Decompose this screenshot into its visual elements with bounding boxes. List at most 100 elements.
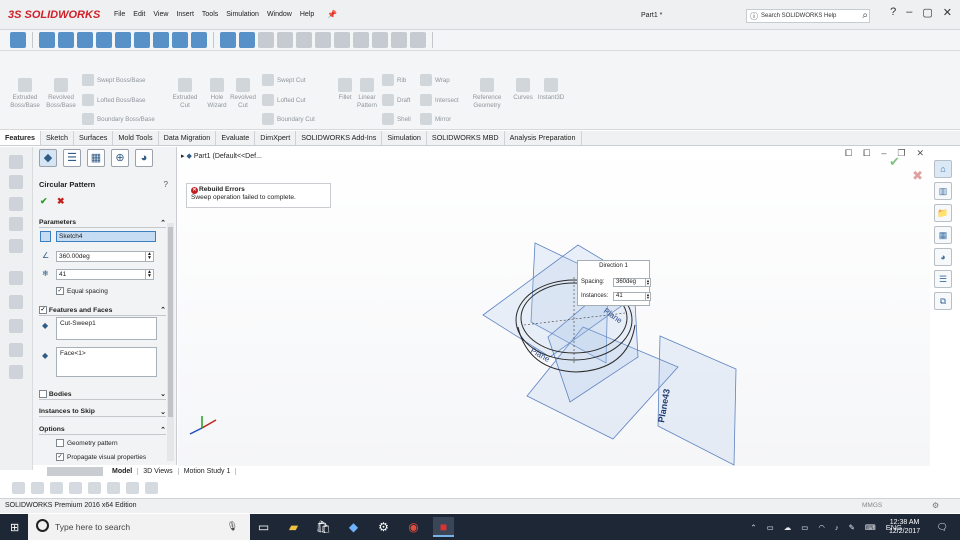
right-icon[interactable] (96, 32, 112, 48)
dimxpert-manager-tab-icon[interactable]: ⊕ (111, 149, 129, 167)
tab-3d-views[interactable]: 3D Views (138, 468, 179, 475)
instances-spinner[interactable]: ▲ ▼ (645, 292, 650, 300)
help-question-icon[interactable]: ? (890, 6, 896, 19)
tab-simulation[interactable]: Simulation (382, 131, 427, 145)
view-orientation-icon[interactable] (10, 32, 26, 48)
pattern-axis-field[interactable]: Sketch4 (56, 231, 156, 242)
tab-solidworks-add-ins[interactable]: SOLIDWORKS Add-Ins (296, 131, 383, 145)
ok-check-icon[interactable]: ✔ (40, 196, 48, 207)
tool-extrude-boss[interactable]: Extruded Boss/Base (8, 78, 42, 110)
menu-item-help[interactable]: Help (300, 11, 314, 18)
cube-icon[interactable] (410, 32, 426, 48)
tab-surfaces[interactable]: Surfaces (74, 131, 114, 145)
minimize-icon[interactable]: – (906, 6, 912, 19)
strip-icon[interactable] (9, 365, 23, 379)
strip-icon[interactable] (9, 175, 23, 189)
menu-item-view[interactable]: View (153, 11, 168, 18)
network-icon[interactable]: ▭ (801, 523, 808, 532)
strip-icon[interactable] (9, 343, 23, 357)
tool-revolve-boss[interactable]: Revolved Boss/Base (44, 78, 78, 110)
tool-boundary-cut[interactable]: Boundary Cut (262, 113, 315, 125)
section-view-icon[interactable] (258, 32, 274, 48)
resources-icon[interactable]: ▥ (934, 182, 952, 200)
property-manager-tab-icon[interactable]: ☰ (63, 149, 81, 167)
app-icon[interactable]: ◆ (343, 517, 364, 537)
notifications-icon[interactable]: 🗨 (937, 522, 948, 533)
taskbar-search-input[interactable]: Type here to search 🎙 (28, 514, 250, 540)
tool-draft[interactable]: Draft (382, 94, 410, 106)
edit-appearance-icon[interactable] (334, 32, 350, 48)
tool-swept-cut[interactable]: Swept Cut (262, 74, 306, 86)
custom-properties-icon[interactable]: ☰ (934, 270, 952, 288)
strip-icon[interactable] (9, 319, 23, 333)
rebuild-status-icon[interactable]: ⚙ (932, 501, 939, 510)
geometry-pattern-checkbox[interactable]: Geometry pattern (56, 439, 118, 447)
bodies-header[interactable]: Bodies ⌄ (39, 390, 166, 400)
menu-item-edit[interactable]: Edit (133, 11, 145, 18)
equal-spacing-checkbox[interactable]: ✓ Equal spacing (56, 287, 108, 295)
pen-icon[interactable]: ✎ (849, 523, 855, 532)
appearances-icon[interactable]: ◕ (934, 248, 952, 266)
chevron-down-icon[interactable]: ⌄ (160, 390, 166, 398)
tool-shell[interactable]: Shell (382, 113, 411, 125)
folder-icon[interactable]: 📁 (934, 204, 952, 222)
tool-wrap[interactable]: Wrap (420, 74, 450, 86)
options-header[interactable]: Options ⌃ (39, 426, 166, 435)
help-search-input[interactable]: ⓘ Search SOLIDWORKS Help ⌕ (746, 9, 870, 23)
previous-view-icon[interactable] (277, 32, 293, 48)
menu-item-insert[interactable]: Insert (176, 11, 194, 18)
chevron-up-icon[interactable]: ⌃ (160, 219, 166, 227)
display-style-icon[interactable] (296, 32, 312, 48)
tool-boundary-boss[interactable]: Boundary Boss/Base (82, 113, 155, 125)
toolbar-icon[interactable] (31, 482, 44, 494)
search-icon[interactable]: ⌕ (862, 10, 868, 22)
store-icon[interactable]: 🛍 (313, 517, 334, 537)
tool-intersect[interactable]: Intersect (420, 94, 459, 106)
menu-item-simulation[interactable]: Simulation (226, 11, 259, 18)
list-item[interactable]: Cut-Sweep1 (60, 320, 96, 327)
volume-icon[interactable]: ♪ (835, 523, 839, 532)
clock[interactable]: 12:38 AM 12/2/2017 (889, 518, 920, 536)
list-item[interactable]: Face<1> (60, 350, 86, 357)
tab-nav-arrows[interactable] (47, 467, 103, 476)
windows-start-icon[interactable]: ⊞ (10, 521, 19, 534)
front-icon[interactable] (58, 32, 74, 48)
tool-instant3d[interactable]: Instant3D (534, 78, 568, 102)
wifi-icon[interactable]: ◠ (818, 523, 825, 532)
checkbox-checked-icon[interactable]: ✓ (56, 287, 64, 295)
display-manager-tab-icon[interactable]: ◕ (135, 149, 153, 167)
toolbar-icon[interactable] (12, 482, 25, 494)
tool-lofted-cut[interactable]: Lofted Cut (262, 94, 306, 106)
normal-to-icon[interactable] (153, 32, 169, 48)
hide-show-icon[interactable] (315, 32, 331, 48)
instances-spinner[interactable]: ▲ ▼ (145, 270, 153, 279)
forum-icon[interactable]: ⧉ (934, 292, 952, 310)
chevron-up-icon[interactable]: ⌃ (160, 426, 166, 434)
toolbar-icon[interactable] (126, 482, 139, 494)
pin-icon[interactable]: 📌 (327, 10, 337, 19)
strip-icon[interactable] (9, 217, 23, 231)
instances-to-skip-header[interactable]: Instances to Skip ⌄ (39, 408, 166, 417)
menu-item-tools[interactable]: Tools (202, 11, 218, 18)
toolbar-icon[interactable] (145, 482, 158, 494)
tool-mirror[interactable]: Mirror (420, 113, 451, 125)
tool-revolve-cut[interactable]: Revolved Cut (226, 78, 260, 110)
trimetric-icon[interactable] (115, 32, 131, 48)
faces-list[interactable]: Face<1> (56, 347, 157, 377)
monitor-icon[interactable] (391, 32, 407, 48)
zoom-fit-icon[interactable] (220, 32, 236, 48)
tab-sketch[interactable]: Sketch (41, 131, 74, 145)
microphone-icon[interactable]: 🎙 (227, 521, 238, 532)
strip-icon[interactable] (9, 239, 23, 253)
chevron-down-icon[interactable]: ⌄ (160, 408, 166, 416)
desktop-icon[interactable]: ▭ (767, 523, 774, 532)
tool-swept-boss[interactable]: Swept Boss/Base (82, 74, 146, 86)
checkbox-checked-icon[interactable]: ✓ (39, 306, 47, 314)
checkbox-checked-icon[interactable]: ✓ (56, 453, 64, 461)
strip-icon[interactable] (9, 155, 23, 169)
isometric-icon[interactable] (39, 32, 55, 48)
instances-callout-field[interactable]: 41 ▲ ▼ (613, 291, 651, 301)
help-icon[interactable]: ? (164, 180, 168, 189)
solidworks-logo[interactable]: 3S SOLIDWORKS (8, 9, 100, 21)
top-icon[interactable] (77, 32, 93, 48)
